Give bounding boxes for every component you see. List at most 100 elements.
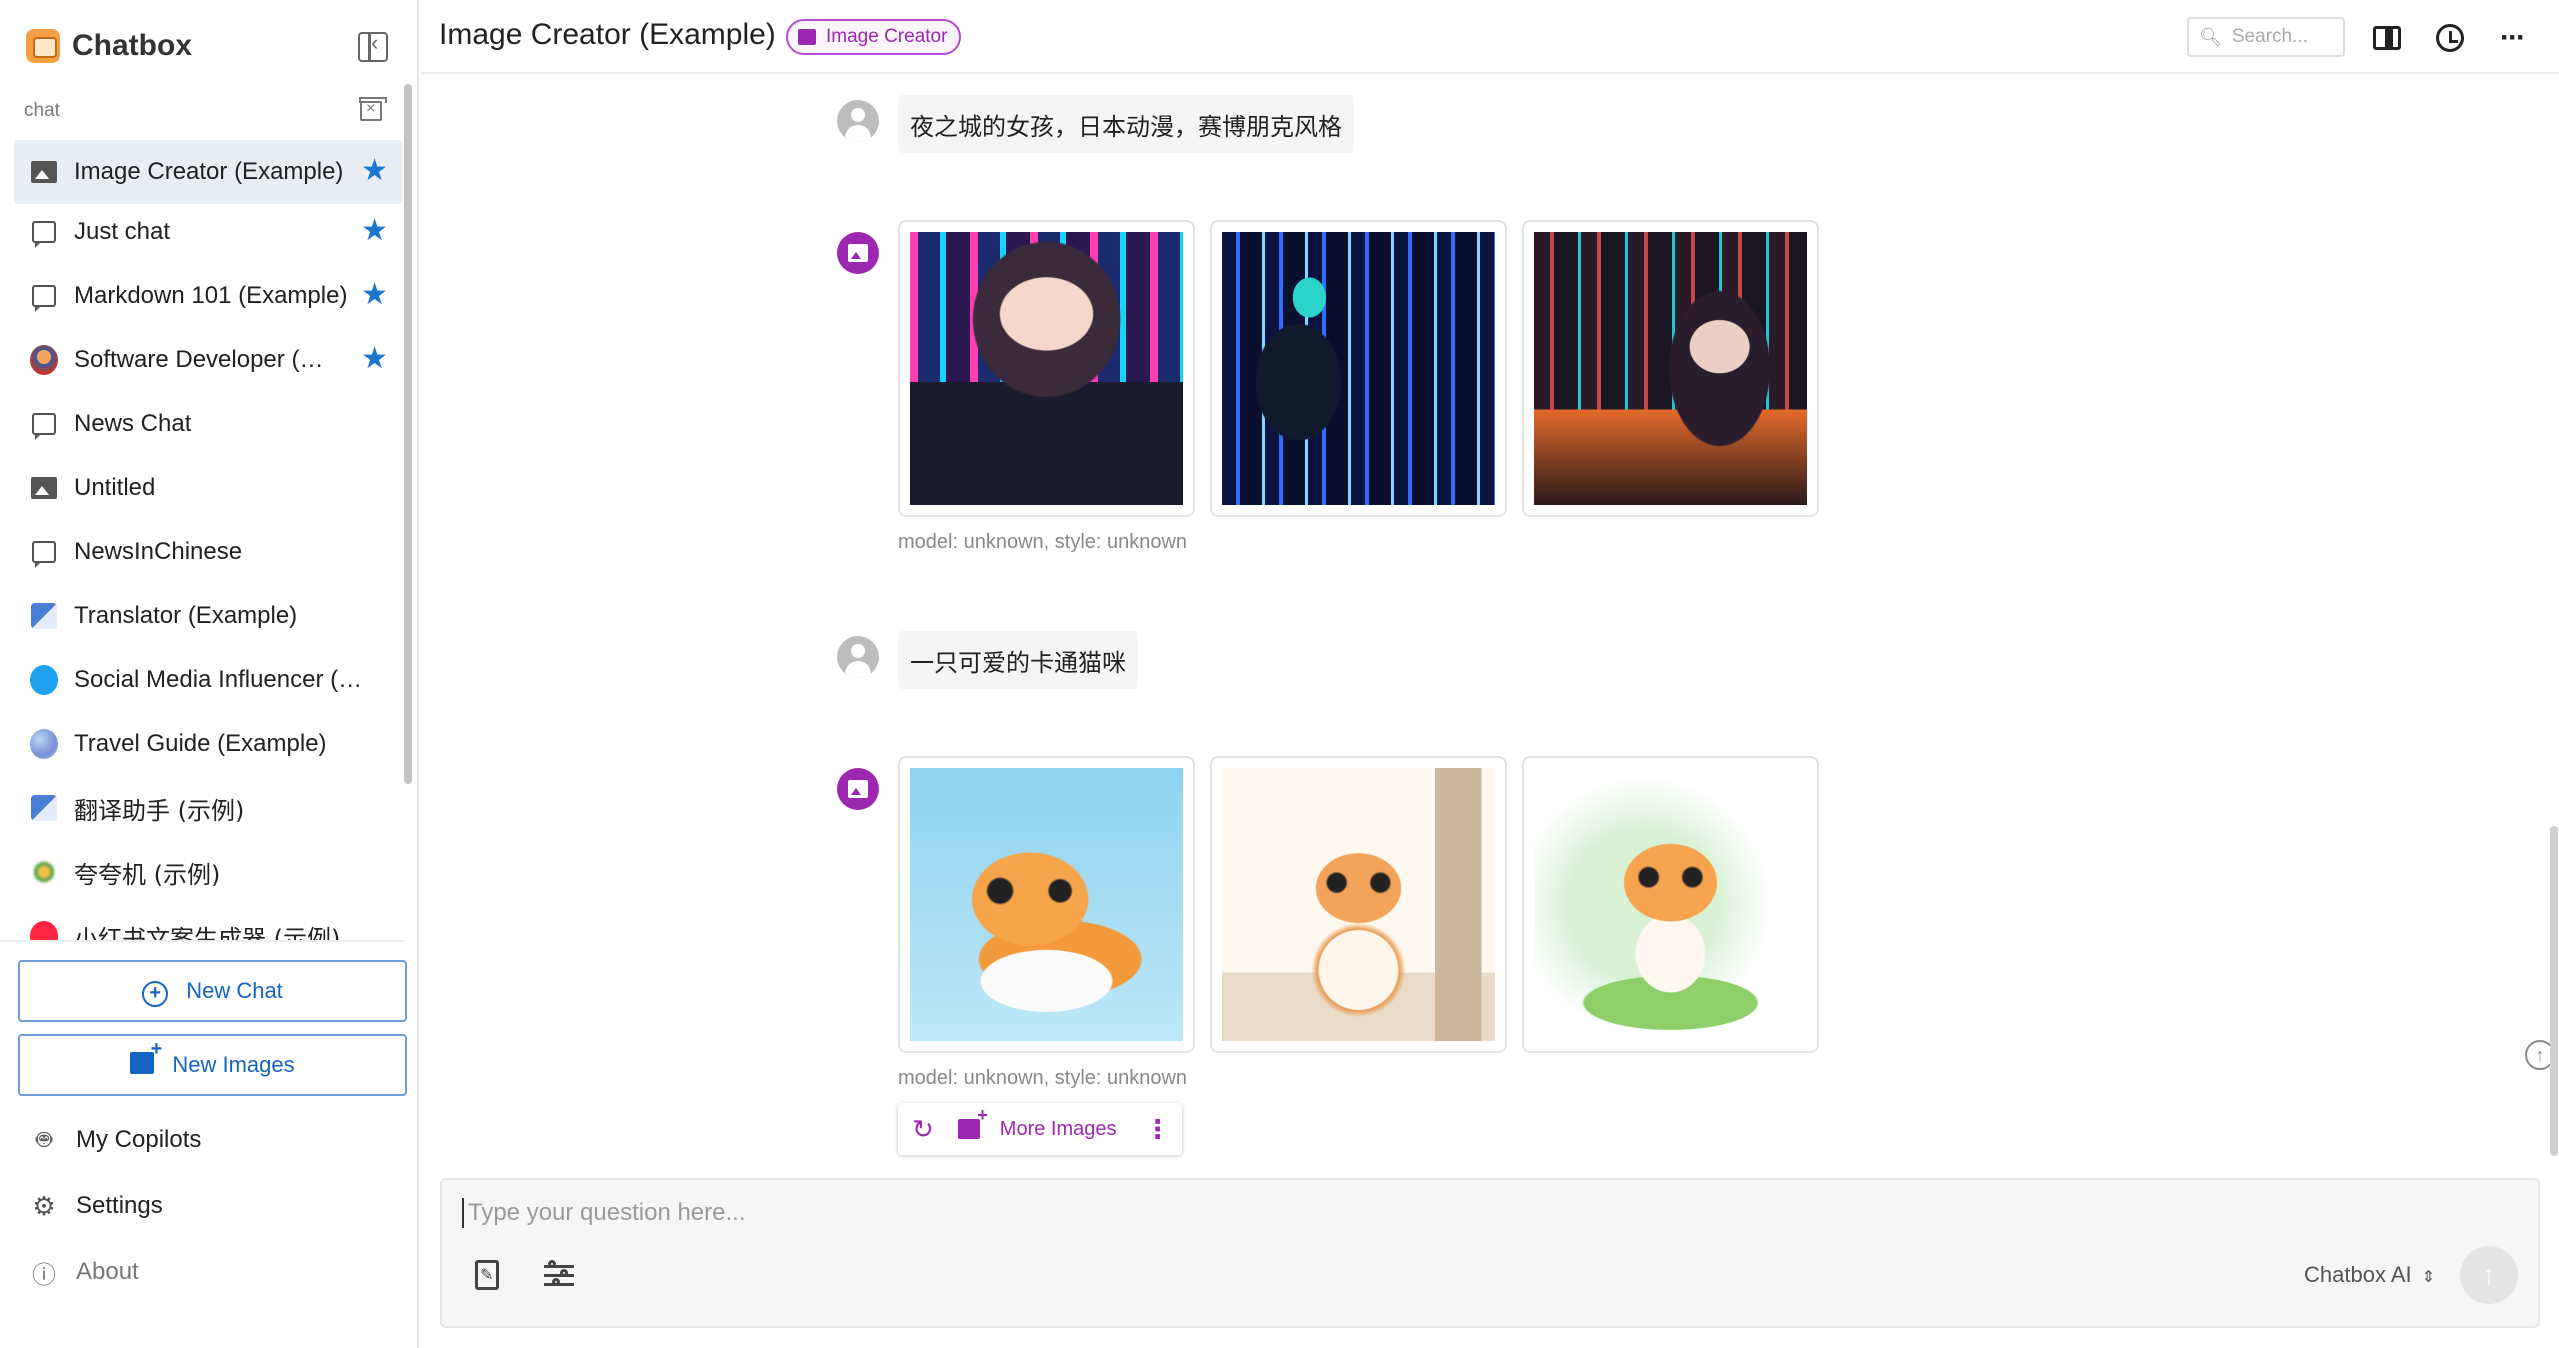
chatbox-logo-icon bbox=[26, 29, 60, 63]
image-icon bbox=[30, 158, 58, 186]
toggle-layout-icon[interactable] bbox=[2371, 22, 2403, 54]
sidebar-item-label: Image Creator (Example) bbox=[74, 158, 344, 185]
sidebar-item-translator[interactable]: Translator (Example) bbox=[14, 584, 402, 648]
developer-avatar-icon bbox=[30, 345, 58, 375]
translator-avatar-icon bbox=[30, 794, 58, 822]
regenerate-icon[interactable]: ↻ bbox=[912, 1114, 934, 1145]
attach-file-icon[interactable] bbox=[470, 1258, 504, 1292]
badge-label: Image Creator bbox=[826, 26, 948, 47]
cyberpunk-anime-girl-image bbox=[910, 232, 1183, 505]
image-meta: model: unknown, style: unknown bbox=[898, 531, 1188, 553]
more-options-icon[interactable]: ··· bbox=[2496, 21, 2528, 54]
sidebar-item-label: Social Media Influencer (Example) bbox=[74, 666, 364, 693]
user-avatar bbox=[837, 100, 879, 142]
sidebar-item-translation-assistant[interactable]: 翻译助手 (示例) bbox=[14, 776, 402, 840]
chat-list: Image Creator (Example) ★ Just chat ★ Ma… bbox=[14, 140, 402, 940]
user-avatar bbox=[837, 636, 879, 678]
sidebar-item-label: Travel Guide (Example) bbox=[74, 730, 327, 757]
settings-label: Settings bbox=[76, 1192, 163, 1219]
sidebar-item-label: NewsInChinese bbox=[74, 538, 243, 565]
new-images-button[interactable]: New Images bbox=[18, 1034, 407, 1096]
image-bot-avatar bbox=[837, 232, 879, 274]
about-button[interactable]: ⓘ About bbox=[30, 1252, 139, 1292]
about-label: About bbox=[76, 1258, 139, 1285]
generated-image[interactable] bbox=[1522, 756, 1819, 1053]
generated-image[interactable] bbox=[1210, 756, 1507, 1053]
cartoon-cat-image bbox=[1534, 768, 1807, 1041]
translator-avatar-icon bbox=[30, 602, 58, 630]
sidebar-item-label: Untitled bbox=[74, 474, 156, 501]
message-actions: ↻ More Images ⋮ bbox=[898, 1103, 1182, 1155]
sidebar-item-software-developer[interactable]: Software Developer (Example) ★ bbox=[14, 328, 402, 392]
sidebar-item-news-in-chinese[interactable]: NewsInChinese bbox=[14, 520, 402, 584]
sidebar-item-label: 夸夸机 (示例) bbox=[74, 860, 221, 889]
settings-sliders-icon[interactable] bbox=[542, 1258, 576, 1292]
sidebar-item-social-media-influencer[interactable]: Social Media Influencer (Example) bbox=[14, 648, 402, 712]
collapse-sidebar-icon[interactable] bbox=[358, 30, 388, 62]
add-image-icon bbox=[957, 1105, 988, 1139]
new-images-label: New Images bbox=[172, 1052, 295, 1077]
sidebar-scrollbar[interactable] bbox=[404, 84, 412, 784]
page-title: Image Creator (Example) bbox=[439, 18, 776, 51]
model-selector[interactable]: Chatbox AI ⇕ bbox=[2304, 1262, 2435, 1288]
section-label: chat bbox=[24, 100, 60, 121]
sidebar: Chatbox chat Image Creator (Example) ★ J… bbox=[0, 0, 419, 1348]
star-icon[interactable]: ★ bbox=[361, 344, 388, 374]
sidebar-item-label: News Chat bbox=[74, 410, 192, 437]
more-actions-icon[interactable]: ⋮ bbox=[1145, 1114, 1171, 1145]
generated-image[interactable] bbox=[898, 756, 1195, 1053]
star-icon[interactable]: ★ bbox=[361, 280, 388, 310]
chat-bubble-icon bbox=[30, 218, 58, 248]
sidebar-item-markdown-101[interactable]: Markdown 101 (Example) ★ bbox=[14, 264, 402, 328]
arrow-up-icon: ↑ bbox=[2482, 1259, 2496, 1290]
sidebar-item-untitled[interactable]: Untitled bbox=[14, 456, 402, 520]
sidebar-item-label: Translator (Example) bbox=[74, 602, 298, 629]
my-copilots-label: My Copilots bbox=[76, 1126, 202, 1153]
sidebar-item-label: Software Developer (Example) bbox=[74, 346, 336, 373]
settings-button[interactable]: ⚙ Settings bbox=[30, 1186, 163, 1226]
cyberpunk-anime-girl-image bbox=[1534, 232, 1807, 505]
sidebar-item-image-creator[interactable]: Image Creator (Example) ★ bbox=[14, 140, 402, 204]
search-placeholder: Search... bbox=[2231, 26, 2308, 47]
globe-avatar-icon bbox=[30, 729, 58, 759]
cartoon-cat-image bbox=[1222, 768, 1495, 1041]
message-scrollbar[interactable] bbox=[2550, 826, 2558, 1156]
generated-image[interactable] bbox=[1522, 220, 1819, 517]
image-meta: model: unknown, style: unknown bbox=[898, 1067, 1188, 1089]
image-icon bbox=[30, 474, 58, 502]
more-images-button[interactable]: More Images bbox=[1000, 1118, 1117, 1141]
my-copilots-button[interactable]: 🤖︎ My Copilots bbox=[30, 1120, 201, 1160]
composer: Type your question here... Chatbox AI ⇕ … bbox=[440, 1178, 2540, 1328]
chevron-updown-icon: ⇕ bbox=[2421, 1269, 2436, 1286]
message-list: 夜之城的女孩，日本动漫，赛博朋克风格 model: unknown, style… bbox=[421, 76, 2559, 1166]
chat-bubble-icon bbox=[30, 538, 58, 568]
sidebar-item-xiaohongshu[interactable]: 小红书文案生成器 (示例) bbox=[14, 904, 402, 940]
twitter-avatar-icon bbox=[30, 665, 58, 695]
gear-icon: ⚙ bbox=[32, 1190, 56, 1221]
cyberpunk-anime-girl-image bbox=[1222, 232, 1495, 505]
chat-bubble-icon bbox=[30, 282, 58, 312]
sidebar-item-just-chat[interactable]: Just chat ★ bbox=[14, 200, 402, 264]
app-name: Chatbox bbox=[72, 29, 192, 62]
add-image-icon bbox=[130, 1038, 162, 1081]
sidebar-item-news-chat[interactable]: News Chat bbox=[14, 392, 402, 456]
clear-conversations-icon[interactable] bbox=[359, 97, 387, 121]
image-bot-avatar bbox=[837, 768, 879, 810]
history-icon[interactable] bbox=[2434, 22, 2466, 54]
user-message: 夜之城的女孩，日本动漫，赛博朋克风格 bbox=[898, 95, 1354, 153]
praise-avatar-icon bbox=[30, 857, 58, 887]
search-input[interactable]: 🔍︎ Search... bbox=[2187, 17, 2345, 57]
chat-bubble-icon bbox=[30, 410, 58, 440]
sidebar-item-praise-bot[interactable]: 夸夸机 (示例) bbox=[14, 840, 402, 904]
copilot-badge[interactable]: Image Creator bbox=[786, 19, 962, 55]
generated-image[interactable] bbox=[898, 220, 1195, 517]
sidebar-item-travel-guide[interactable]: Travel Guide (Example) bbox=[14, 712, 402, 776]
new-chat-button[interactable]: + New Chat bbox=[18, 960, 407, 1022]
star-icon[interactable]: ★ bbox=[361, 156, 388, 186]
model-label: Chatbox AI bbox=[2304, 1262, 2412, 1287]
send-button[interactable]: ↑ bbox=[2460, 1246, 2518, 1304]
star-icon[interactable]: ★ bbox=[361, 216, 388, 246]
message-input[interactable]: Type your question here... bbox=[462, 1198, 746, 1228]
new-chat-label: New Chat bbox=[186, 978, 283, 1003]
generated-image[interactable] bbox=[1210, 220, 1507, 517]
